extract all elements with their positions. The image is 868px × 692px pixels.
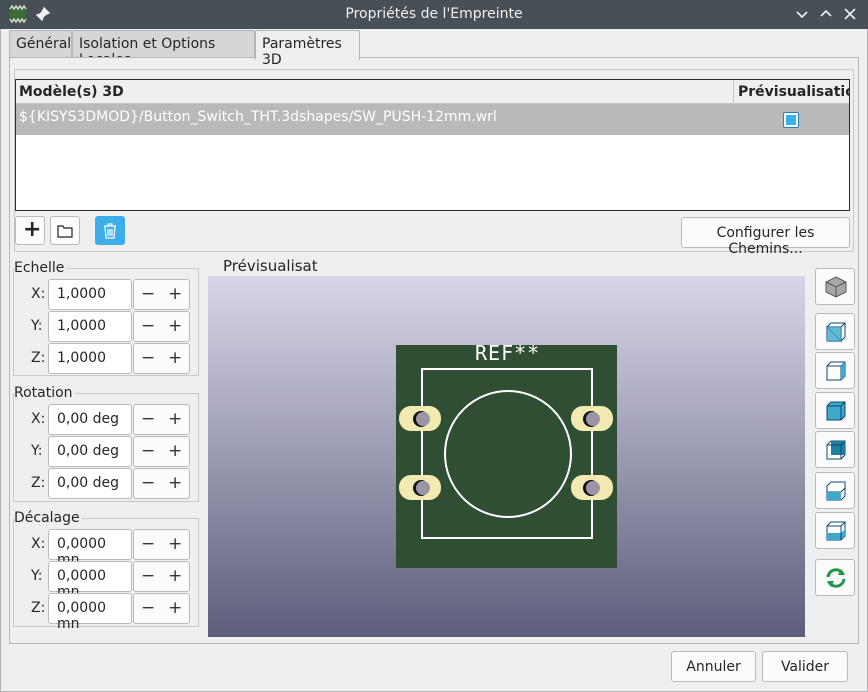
plus-icon[interactable]: + xyxy=(168,409,182,429)
scale-y-input[interactable]: 1,0000 xyxy=(48,311,132,342)
preview-title: Prévisualisat xyxy=(223,257,318,275)
refresh-icon xyxy=(826,568,846,588)
pcb-board xyxy=(396,345,617,568)
rotation-y-input[interactable]: 0,00 deg xyxy=(48,436,132,467)
scale-z-input[interactable]: 1,0000 xyxy=(48,343,132,374)
close-icon[interactable] xyxy=(840,4,860,24)
reload-button[interactable] xyxy=(815,559,855,596)
plus-icon[interactable]: + xyxy=(168,348,182,368)
ok-button[interactable]: Valider xyxy=(762,651,848,682)
offset-y-label: Y: xyxy=(31,568,43,584)
plus-icon[interactable]: + xyxy=(168,473,182,493)
rotation-title: Rotation xyxy=(14,385,75,401)
tab-3d-settings[interactable]: Paramètres 3D xyxy=(255,30,360,68)
column-header-model[interactable]: Modèle(s) 3D xyxy=(19,84,124,100)
view-left-button[interactable] xyxy=(815,313,855,350)
pad-bottom-left xyxy=(399,475,441,500)
scale-title: Echelle xyxy=(14,260,67,276)
minus-icon[interactable]: − xyxy=(141,348,155,368)
scale-z-label: Z: xyxy=(31,350,46,366)
rotation-z-stepper[interactable]: − + xyxy=(133,468,190,499)
offset-x-input[interactable]: 0,0000 mn xyxy=(48,529,132,568)
view-top-button[interactable] xyxy=(815,472,855,509)
minus-icon[interactable]: − xyxy=(141,441,155,461)
offset-y-stepper[interactable]: − + xyxy=(133,561,190,592)
scale-x-stepper[interactable]: − + xyxy=(133,279,190,310)
rotation-x-label: X: xyxy=(31,411,46,427)
cube-front-icon xyxy=(826,401,846,421)
cube-top-icon xyxy=(826,481,846,501)
minus-icon[interactable]: − xyxy=(141,598,155,618)
pad-top-left xyxy=(399,406,441,431)
cube-left-icon xyxy=(825,322,846,343)
offset-z-input[interactable]: 0,0000 mn xyxy=(48,593,132,632)
scale-y-stepper[interactable]: − + xyxy=(133,311,190,342)
minus-icon[interactable]: − xyxy=(141,473,155,493)
cancel-button[interactable]: Annuler xyxy=(671,651,756,682)
minus-icon[interactable]: − xyxy=(141,566,155,586)
offset-title: Décalage xyxy=(14,510,82,526)
rotation-z-label: Z: xyxy=(31,475,46,491)
cube-bottom-icon xyxy=(826,521,846,541)
minus-icon[interactable]: − xyxy=(141,284,155,304)
view-front-button[interactable] xyxy=(815,392,855,429)
offset-x-stepper[interactable]: − + xyxy=(133,529,190,560)
scale-y-label: Y: xyxy=(31,318,43,334)
model-path[interactable]: ${KISYS3DMOD}/Button_Switch_THT.3dshapes… xyxy=(19,109,497,125)
view-right-button[interactable] xyxy=(815,352,855,389)
rotation-y-stepper[interactable]: − + xyxy=(133,436,190,467)
plus-icon[interactable]: + xyxy=(168,441,182,461)
plus-icon[interactable]: + xyxy=(168,284,182,304)
3d-preview-canvas[interactable]: REF** xyxy=(208,276,805,637)
folder-icon xyxy=(57,225,73,238)
column-header-preview[interactable]: Prévisualisation xyxy=(733,80,849,104)
plus-icon[interactable]: + xyxy=(168,598,182,618)
minus-icon[interactable]: − xyxy=(141,409,155,429)
ref-designator: REF** xyxy=(475,341,541,365)
trash-icon xyxy=(104,223,116,239)
minus-icon[interactable]: − xyxy=(141,316,155,336)
plus-icon[interactable]: + xyxy=(168,534,182,554)
cube-back-icon xyxy=(826,440,846,460)
offset-z-stepper[interactable]: − + xyxy=(133,593,190,624)
rotation-x-stepper[interactable]: − + xyxy=(133,404,190,435)
title-bar: Propriétés de l'Empreinte xyxy=(0,0,868,29)
offset-z-label: Z: xyxy=(31,600,46,616)
pad-top-right xyxy=(571,406,613,431)
view-back-button[interactable] xyxy=(815,431,855,468)
scale-x-input[interactable]: 1,0000 xyxy=(48,279,132,310)
pad-bottom-right xyxy=(571,475,613,500)
table-header: Modèle(s) 3D Prévisualisation xyxy=(16,80,849,104)
plus-icon: + xyxy=(23,217,42,242)
footprint-render xyxy=(396,345,617,568)
delete-model-button[interactable] xyxy=(95,216,125,245)
rotation-x-input[interactable]: 0,00 deg xyxy=(48,404,132,435)
minus-icon[interactable]: − xyxy=(141,534,155,554)
view-bottom-button[interactable] xyxy=(815,512,855,549)
plus-icon[interactable]: + xyxy=(168,316,182,336)
cube-right-icon xyxy=(826,361,846,381)
scale-z-stepper[interactable]: − + xyxy=(133,343,190,374)
tab-isolation[interactable]: Isolation et Options Locales xyxy=(72,30,255,68)
minimize-icon[interactable] xyxy=(792,4,812,24)
rotation-y-label: Y: xyxy=(31,443,43,459)
plus-icon[interactable]: + xyxy=(168,566,182,586)
cube-icon xyxy=(825,276,847,298)
preview-checkbox[interactable] xyxy=(783,112,799,128)
add-model-button[interactable]: + xyxy=(15,216,45,245)
view-3d-button[interactable] xyxy=(815,268,855,305)
maximize-icon[interactable] xyxy=(816,4,836,24)
scale-x-label: X: xyxy=(31,286,46,302)
browse-model-button[interactable] xyxy=(50,216,80,245)
tab-general[interactable]: Général xyxy=(9,30,72,58)
window-title: Propriétés de l'Empreinte xyxy=(345,6,523,22)
rotation-z-input[interactable]: 0,00 deg xyxy=(48,468,132,499)
offset-x-label: X: xyxy=(31,536,46,552)
table-row[interactable]: ${KISYS3DMOD}/Button_Switch_THT.3dshapes… xyxy=(16,104,849,135)
models-table[interactable]: Modèle(s) 3D Prévisualisation ${KISYS3DM… xyxy=(15,79,850,211)
configure-paths-button[interactable]: Configurer les Chemins... xyxy=(681,217,850,257)
offset-y-input[interactable]: 0,0000 mn xyxy=(48,561,132,600)
